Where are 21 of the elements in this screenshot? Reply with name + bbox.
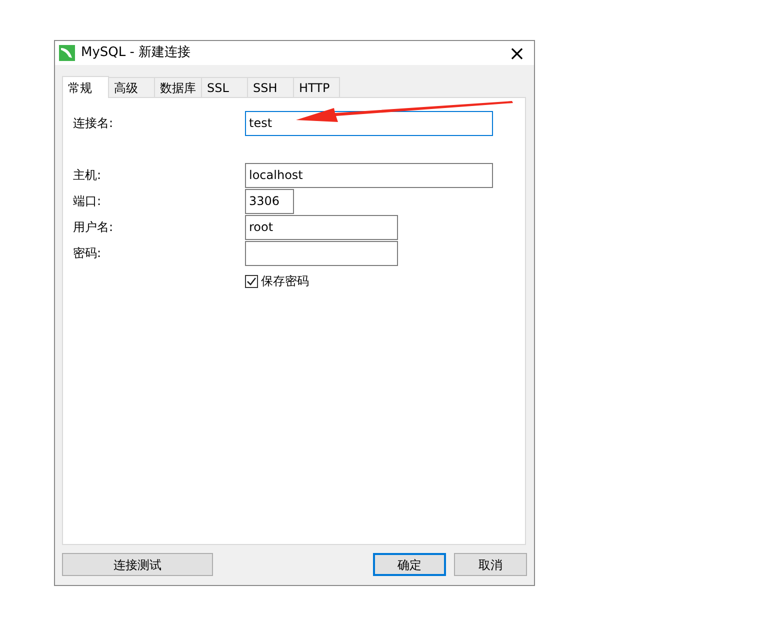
- field-label: 用户名:: [73, 219, 114, 236]
- dialog-button[interactable]: 确定: [373, 553, 446, 576]
- input-field[interactable]: test: [245, 110, 493, 136]
- tab[interactable]: 数据库: [154, 77, 202, 97]
- close-button[interactable]: ×: [500, 41, 534, 65]
- dialog-button[interactable]: 取消: [454, 553, 527, 576]
- field-label: 连接名:: [73, 115, 114, 132]
- checkbox[interactable]: [245, 274, 258, 288]
- tab[interactable]: 常规: [62, 76, 109, 98]
- dolphin-logo-icon: [59, 45, 75, 61]
- field-label: 密码:: [73, 245, 102, 262]
- input-field[interactable]: root: [245, 214, 398, 240]
- dialog-button[interactable]: 连接测试: [62, 553, 213, 576]
- input-field[interactable]: localhost: [245, 162, 493, 188]
- tab[interactable]: HTTP: [293, 77, 340, 97]
- input-field[interactable]: [245, 240, 398, 266]
- window-title: MySQL - 新建连接: [81, 44, 192, 62]
- field-label: 端口:: [73, 193, 102, 210]
- checkbox-label[interactable]: 保存密码: [261, 272, 309, 290]
- field-label: 主机:: [73, 167, 102, 184]
- input-field[interactable]: 3306: [245, 188, 294, 214]
